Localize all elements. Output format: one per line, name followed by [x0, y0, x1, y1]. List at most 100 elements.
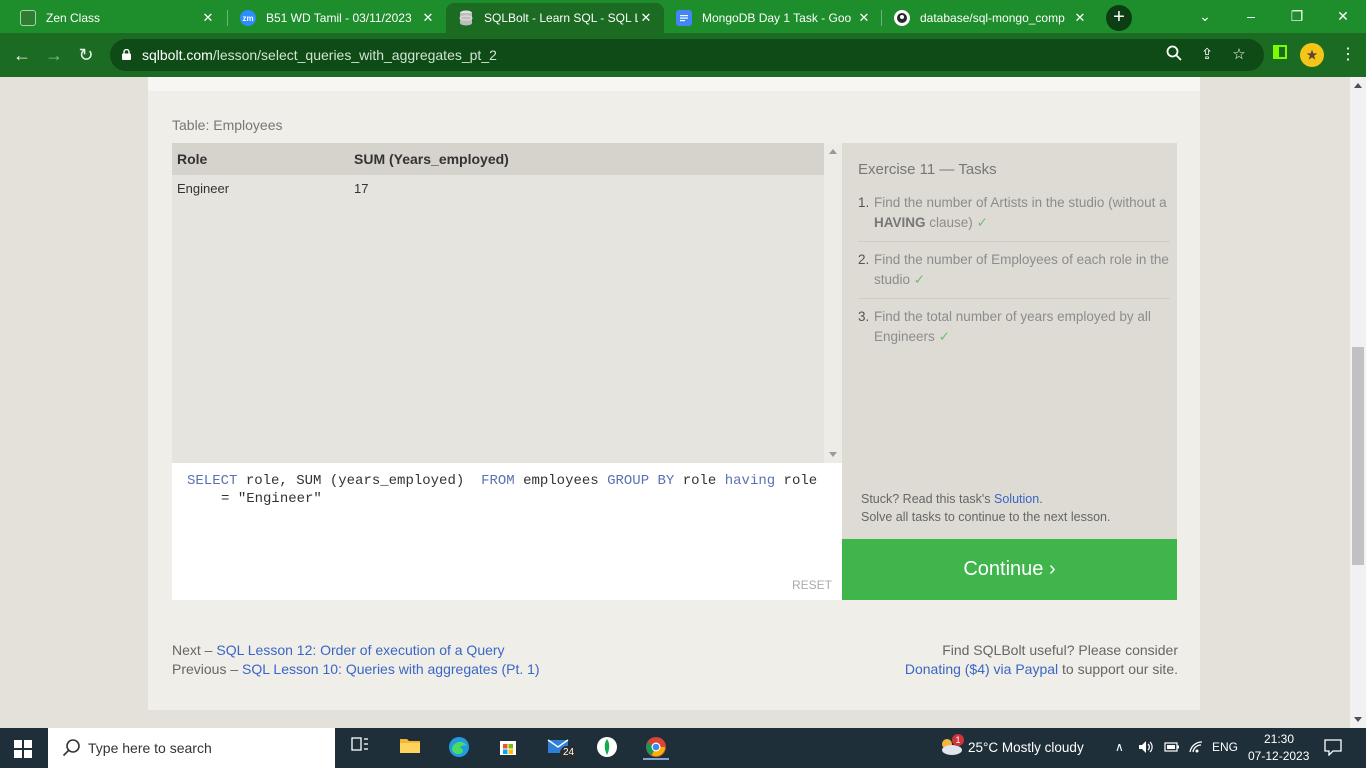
- mail-badge: 24: [560, 746, 578, 760]
- page-scrollbar[interactable]: [1350, 77, 1366, 728]
- lesson-navigation: Next – SQL Lesson 12: Order of execution…: [172, 641, 540, 679]
- scroll-up-arrow-icon[interactable]: [829, 149, 837, 154]
- next-lesson-link[interactable]: SQL Lesson 12: Order of execution of a Q…: [216, 642, 504, 658]
- mail-icon[interactable]: 24: [546, 736, 578, 760]
- tab-github[interactable]: database/sql-mongo_comp ✕: [882, 3, 1098, 33]
- profile-avatar[interactable]: ★: [1300, 43, 1324, 67]
- lock-icon: [122, 49, 131, 60]
- support-note: Find SQLBolt useful? Please consider Don…: [905, 641, 1178, 679]
- task-text: clause): [925, 215, 973, 230]
- close-icon[interactable]: ✕: [420, 10, 436, 26]
- checkmark-icon: ✓: [938, 329, 950, 344]
- task-number: 1.: [858, 195, 870, 210]
- browser-toolbar: ← → ↻ sqlbolt.com/lesson/select_queries_…: [0, 33, 1366, 77]
- weather-cloud-icon[interactable]: 1: [936, 734, 966, 760]
- weather-alert-badge: 1: [952, 734, 964, 746]
- results-scrollbar[interactable]: [824, 143, 842, 463]
- clock-time[interactable]: 21:30: [1264, 732, 1294, 746]
- url-path: /lesson/select_queries_with_aggregates_p…: [212, 47, 497, 63]
- column-header-sum: SUM (Years_employed): [354, 151, 509, 167]
- next-prefix: Next –: [172, 642, 217, 658]
- chrome-icon[interactable]: [643, 736, 669, 760]
- browser-tab-strip: Zen Class ✕ zm B51 WD Tamil - 03/11/2023…: [0, 0, 1366, 33]
- taskbar-search-box[interactable]: Type here to search: [48, 728, 335, 768]
- tab-zoom-meeting[interactable]: zm B51 WD Tamil - 03/11/2023 ✕: [228, 3, 446, 33]
- close-icon[interactable]: ✕: [856, 10, 872, 26]
- sql-token: role: [775, 473, 818, 489]
- forward-arrow-icon[interactable]: →: [42, 43, 66, 67]
- back-arrow-icon[interactable]: ←: [10, 43, 34, 67]
- address-bar[interactable]: sqlbolt.com/lesson/select_queries_with_a…: [110, 39, 1264, 71]
- wifi-icon[interactable]: [1188, 740, 1204, 757]
- tab-search-chevron-down-icon[interactable]: ⌄: [1190, 4, 1220, 28]
- solution-link[interactable]: Solution: [994, 492, 1039, 506]
- stuck-text: Stuck? Read this task's: [861, 492, 995, 506]
- clock-date[interactable]: 07-12-2023: [1248, 749, 1309, 763]
- page-viewport: Table: Employees Role SUM (Years_employe…: [0, 77, 1350, 728]
- donate-link[interactable]: Donating ($4) via Paypal: [905, 661, 1058, 677]
- cell-role: Engineer: [177, 181, 230, 196]
- checkmark-icon: ✓: [913, 272, 926, 287]
- tab-zen-class[interactable]: Zen Class ✕: [8, 3, 226, 33]
- github-favicon-icon: [894, 10, 910, 26]
- solve-all-text: Solve all tasks to continue to the next …: [861, 510, 1111, 524]
- close-icon[interactable]: ✕: [1072, 10, 1088, 26]
- windows-start-icon[interactable]: [14, 740, 32, 758]
- new-tab-plus-icon[interactable]: +: [1106, 5, 1132, 31]
- show-hidden-icons-chevron-up-icon[interactable]: ∧: [1115, 740, 1124, 754]
- file-explorer-icon[interactable]: [397, 736, 423, 760]
- task-number: 2.: [858, 252, 870, 267]
- search-icon: [62, 739, 80, 757]
- scrollbar-thumb[interactable]: [1352, 347, 1364, 565]
- scroll-down-arrow-icon[interactable]: [829, 452, 837, 457]
- menu-kebab-icon[interactable]: ⋮: [1336, 43, 1360, 67]
- exercise-title: Exercise 11 — Tasks: [858, 161, 997, 178]
- column-header-role: Role: [177, 151, 208, 167]
- scroll-up-arrow-icon[interactable]: [1354, 83, 1362, 88]
- task-number: 3.: [858, 309, 870, 324]
- results-table: Role SUM (Years_employed) Engineer 17: [172, 143, 842, 463]
- minimize-icon[interactable]: –: [1236, 4, 1266, 28]
- speaker-icon[interactable]: [1138, 740, 1154, 757]
- sql-keyword: GROUP BY: [607, 473, 675, 489]
- tab-title: Zen Class: [46, 11, 101, 25]
- url-text: sqlbolt.com/lesson/select_queries_with_a…: [142, 47, 497, 63]
- reset-button[interactable]: RESET: [792, 578, 832, 592]
- restore-icon[interactable]: ❐: [1282, 4, 1312, 28]
- task-item: 2. Find the number of Employees of each …: [858, 250, 1170, 299]
- task-view-icon[interactable]: [347, 736, 373, 760]
- sql-query-text[interactable]: SELECT role, SUM (years_employed) FROM e…: [187, 472, 827, 508]
- battery-icon[interactable]: [1164, 740, 1180, 757]
- share-icon[interactable]: ⇪: [1197, 45, 1217, 65]
- zoom-search-icon[interactable]: [1164, 45, 1184, 65]
- task-text: Find the number of Artists in the studio…: [874, 195, 1167, 210]
- sql-keyword: FROM: [481, 473, 515, 489]
- window-close-icon[interactable]: ✕: [1328, 4, 1358, 28]
- scroll-down-arrow-icon[interactable]: [1354, 717, 1362, 722]
- stuck-text: .: [1039, 492, 1043, 506]
- microsoft-store-icon[interactable]: [495, 736, 521, 760]
- bookmark-star-icon[interactable]: ☆: [1229, 45, 1249, 65]
- notification-center-icon[interactable]: [1324, 738, 1342, 756]
- tab-sqlbolt[interactable]: SQLBolt - Learn SQL - SQL L ✕: [446, 3, 664, 33]
- language-indicator[interactable]: ENG: [1212, 740, 1238, 754]
- close-icon[interactable]: ✕: [200, 10, 216, 26]
- zen-class-favicon-icon: [20, 10, 36, 26]
- side-panel-icon[interactable]: [1268, 43, 1292, 67]
- sql-editor[interactable]: SELECT role, SUM (years_employed) FROM e…: [172, 463, 842, 600]
- sql-token: =: [221, 491, 238, 507]
- windows-taskbar: Type here to search 24 1 25°C Mostly clo…: [0, 728, 1366, 768]
- tab-google-docs[interactable]: MongoDB Day 1 Task - Goo ✕: [664, 3, 882, 33]
- edge-browser-icon[interactable]: [446, 736, 472, 760]
- sql-token: role, SUM (years_employed): [237, 473, 482, 489]
- close-icon[interactable]: ✕: [638, 10, 654, 26]
- task-keyword: HAVING: [874, 215, 926, 230]
- weather-text[interactable]: 25°C Mostly cloudy: [968, 740, 1084, 755]
- tab-title: MongoDB Day 1 Task - Goo: [702, 11, 852, 25]
- mongodb-compass-icon[interactable]: [594, 736, 620, 760]
- sql-string: "Engineer": [237, 491, 322, 507]
- reload-icon[interactable]: ↻: [74, 43, 98, 67]
- previous-lesson-link[interactable]: SQL Lesson 10: Queries with aggregates (…: [242, 661, 540, 677]
- continue-button[interactable]: Continue ›: [842, 539, 1177, 600]
- url-domain: sqlbolt.com: [142, 47, 213, 63]
